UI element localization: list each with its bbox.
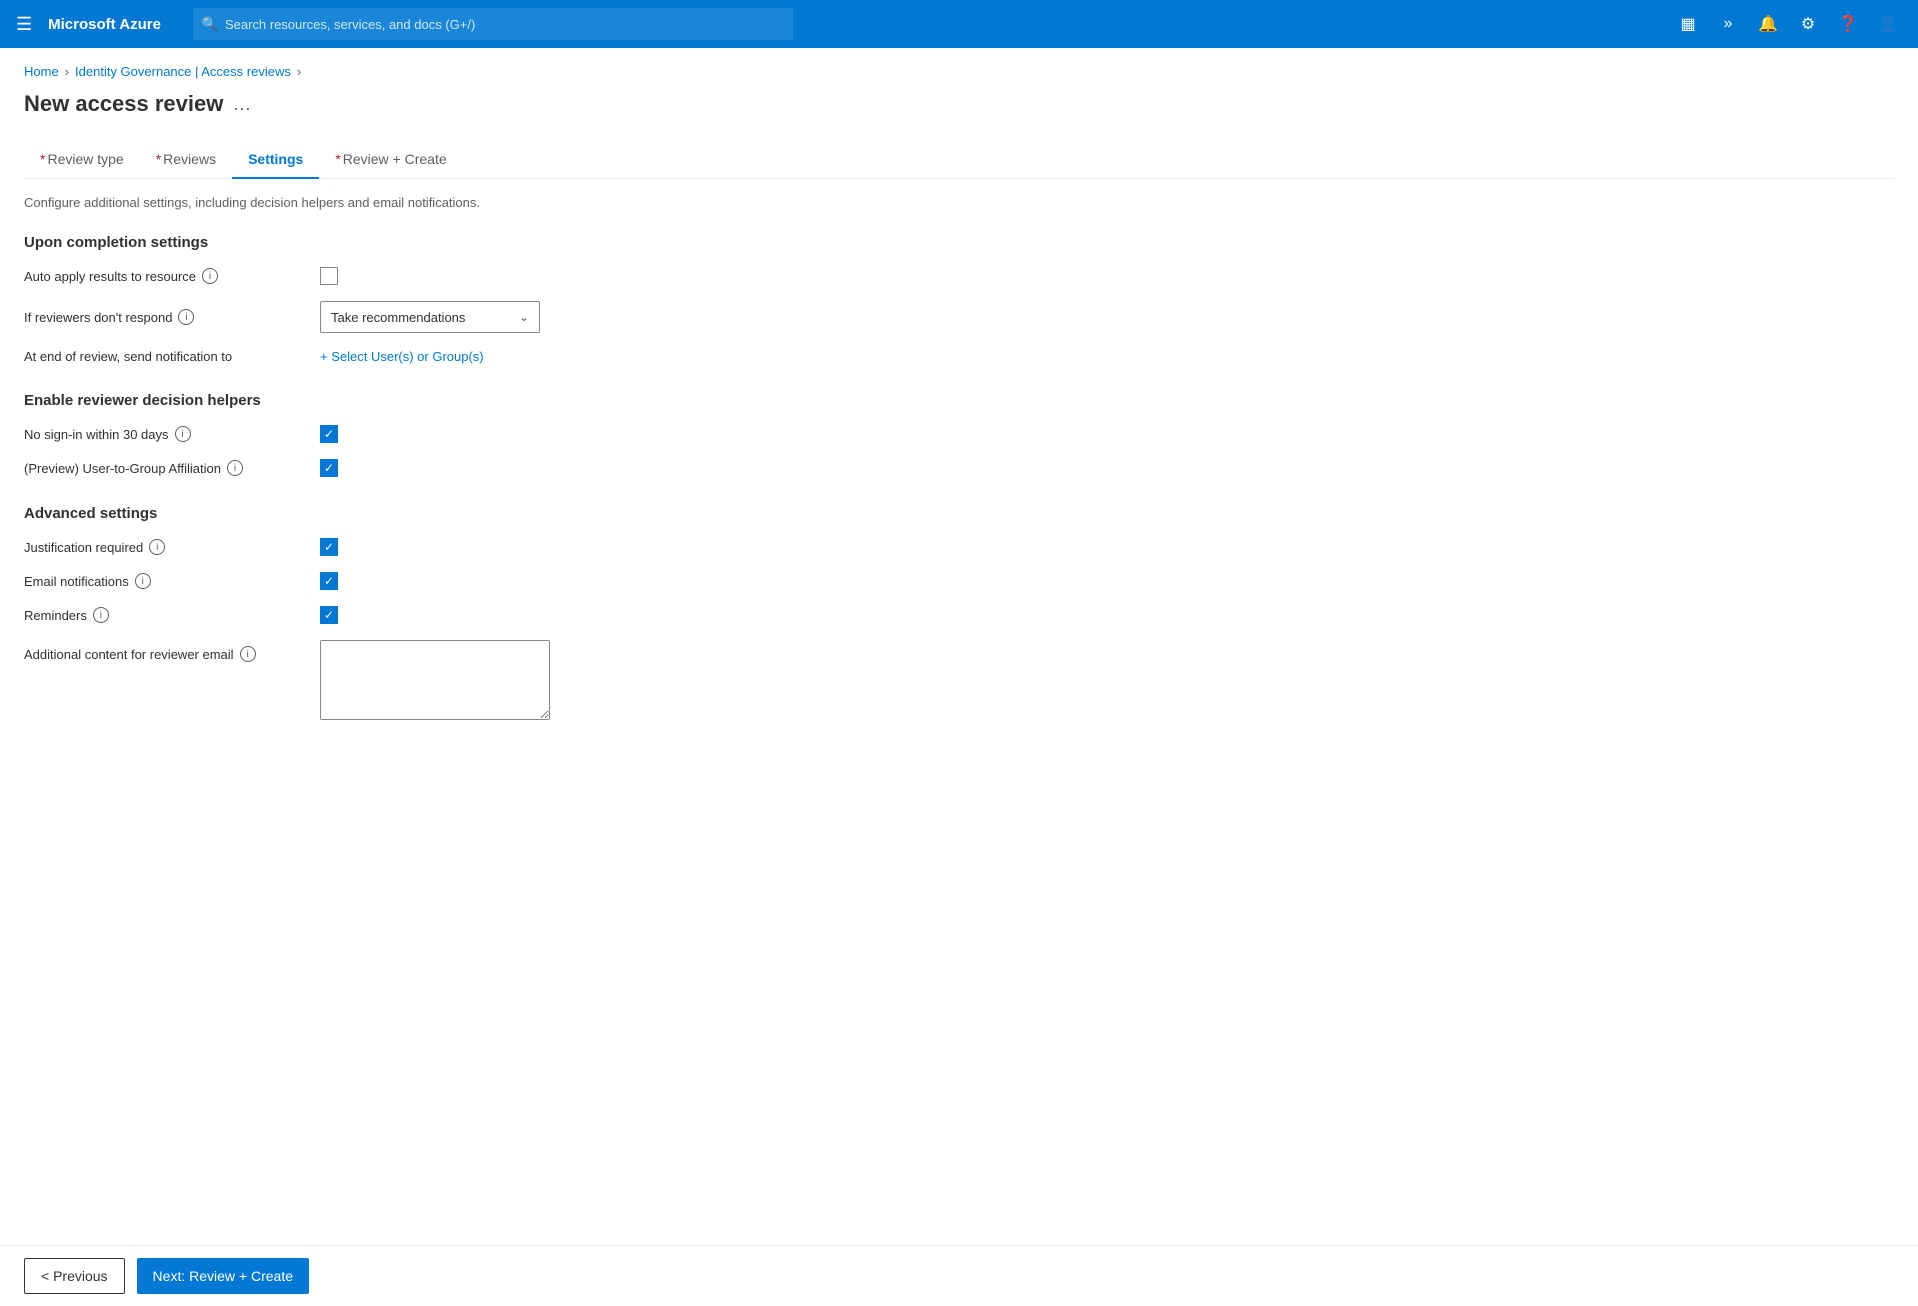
next-button[interactable]: Next: Review + Create <box>137 1258 309 1294</box>
user-group-checkbox[interactable] <box>320 459 338 477</box>
tab-asterisk-1: * <box>156 151 161 167</box>
no-signin-label: No sign-in within 30 days i <box>24 426 304 442</box>
tab-description: Configure additional settings, including… <box>24 195 1894 210</box>
help-icon[interactable]: ❓ <box>1830 6 1866 42</box>
search-container: 🔍 <box>193 8 793 40</box>
email-notifications-row: Email notifications i <box>24 572 1894 590</box>
reminders-row: Reminders i <box>24 606 1894 624</box>
tab-asterisk-0: * <box>40 151 45 167</box>
justification-row: Justification required i <box>24 538 1894 556</box>
reviewers-respond-label: If reviewers don't respond i <box>24 309 304 325</box>
completion-section-heading: Upon completion settings <box>24 234 1894 251</box>
search-input[interactable] <box>193 8 793 40</box>
main-content: Home › Identity Governance | Access revi… <box>0 48 1918 1306</box>
notification-label: At end of review, send notification to <box>24 349 304 364</box>
dropdown-chevron-icon: ⌄ <box>519 310 529 324</box>
user-group-affiliation-label: (Preview) User-to-Group Affiliation i <box>24 460 304 476</box>
reviewer-email-label: Additional content for reviewer email i <box>24 640 304 662</box>
justification-info-icon[interactable]: i <box>149 539 165 555</box>
breadcrumb-home[interactable]: Home <box>24 64 59 79</box>
user-group-info-icon[interactable]: i <box>227 460 243 476</box>
auto-apply-label: Auto apply results to resource i <box>24 268 304 284</box>
reviewers-respond-dropdown[interactable]: Take recommendations ⌄ <box>320 301 540 333</box>
search-icon: 🔍 <box>201 16 218 33</box>
reviewer-email-info-icon[interactable]: i <box>240 646 256 662</box>
tab-asterisk-3: * <box>335 151 340 167</box>
reminders-label: Reminders i <box>24 607 304 623</box>
reviewers-respond-info-icon[interactable]: i <box>178 309 194 325</box>
page-more-button[interactable]: ... <box>233 94 251 115</box>
decision-helpers-heading: Enable reviewer decision helpers <box>24 392 1894 409</box>
breadcrumb-sep-2: › <box>297 64 301 79</box>
auto-apply-checkbox[interactable] <box>320 267 338 285</box>
tab-settings[interactable]: Settings <box>232 141 319 179</box>
email-notifications-label: Email notifications i <box>24 573 304 589</box>
tab-reviews[interactable]: *Reviews <box>140 141 232 179</box>
reminders-info-icon[interactable]: i <box>93 607 109 623</box>
notifications-icon[interactable]: 🔔 <box>1750 6 1786 42</box>
page-title-row: New access review ... <box>24 91 1894 117</box>
settings-icon[interactable]: ⚙ <box>1790 6 1826 42</box>
auto-apply-info-icon[interactable]: i <box>202 268 218 284</box>
reviewer-email-row: Additional content for reviewer email i <box>24 640 1894 720</box>
reminders-checkbox[interactable] <box>320 606 338 624</box>
no-signin-checkbox[interactable] <box>320 425 338 443</box>
app-title: Microsoft Azure <box>48 16 161 33</box>
tab-review-create[interactable]: *Review + Create <box>319 141 462 179</box>
cloud-shell-icon[interactable]: » <box>1710 6 1746 42</box>
no-signin-info-icon[interactable]: i <box>175 426 191 442</box>
breadcrumb: Home › Identity Governance | Access revi… <box>24 64 1894 79</box>
no-signin-row: No sign-in within 30 days i <box>24 425 1894 443</box>
previous-button[interactable]: < Previous <box>24 1258 125 1294</box>
email-notifications-checkbox[interactable] <box>320 572 338 590</box>
user-group-affiliation-row: (Preview) User-to-Group Affiliation i <box>24 459 1894 477</box>
topbar-icons: ▦ » 🔔 ⚙ ❓ 👤 <box>1670 6 1906 42</box>
breadcrumb-sep-1: › <box>65 64 69 79</box>
page-title: New access review <box>24 91 223 117</box>
portal-icon[interactable]: ▦ <box>1670 6 1706 42</box>
user-icon[interactable]: 👤 <box>1870 6 1906 42</box>
tab-review-type[interactable]: *Review type <box>24 141 140 179</box>
tabs-container: *Review type *Reviews Settings *Review +… <box>24 141 1894 179</box>
hamburger-icon[interactable]: ☰ <box>12 10 36 39</box>
breadcrumb-section[interactable]: Identity Governance | Access reviews <box>75 64 291 79</box>
select-users-groups-link[interactable]: + Select User(s) or Group(s) <box>320 349 484 364</box>
justification-label: Justification required i <box>24 539 304 555</box>
reviewer-email-textarea[interactable] <box>320 640 550 720</box>
advanced-settings-heading: Advanced settings <box>24 505 1894 522</box>
email-notif-info-icon[interactable]: i <box>135 573 151 589</box>
reviewers-respond-row: If reviewers don't respond i Take recomm… <box>24 301 1894 333</box>
topbar: ☰ Microsoft Azure 🔍 ▦ » 🔔 ⚙ ❓ 👤 <box>0 0 1918 48</box>
footer-bar: < Previous Next: Review + Create <box>0 1245 1918 1306</box>
auto-apply-row: Auto apply results to resource i <box>24 267 1894 285</box>
justification-checkbox[interactable] <box>320 538 338 556</box>
notification-row: At end of review, send notification to +… <box>24 349 1894 364</box>
